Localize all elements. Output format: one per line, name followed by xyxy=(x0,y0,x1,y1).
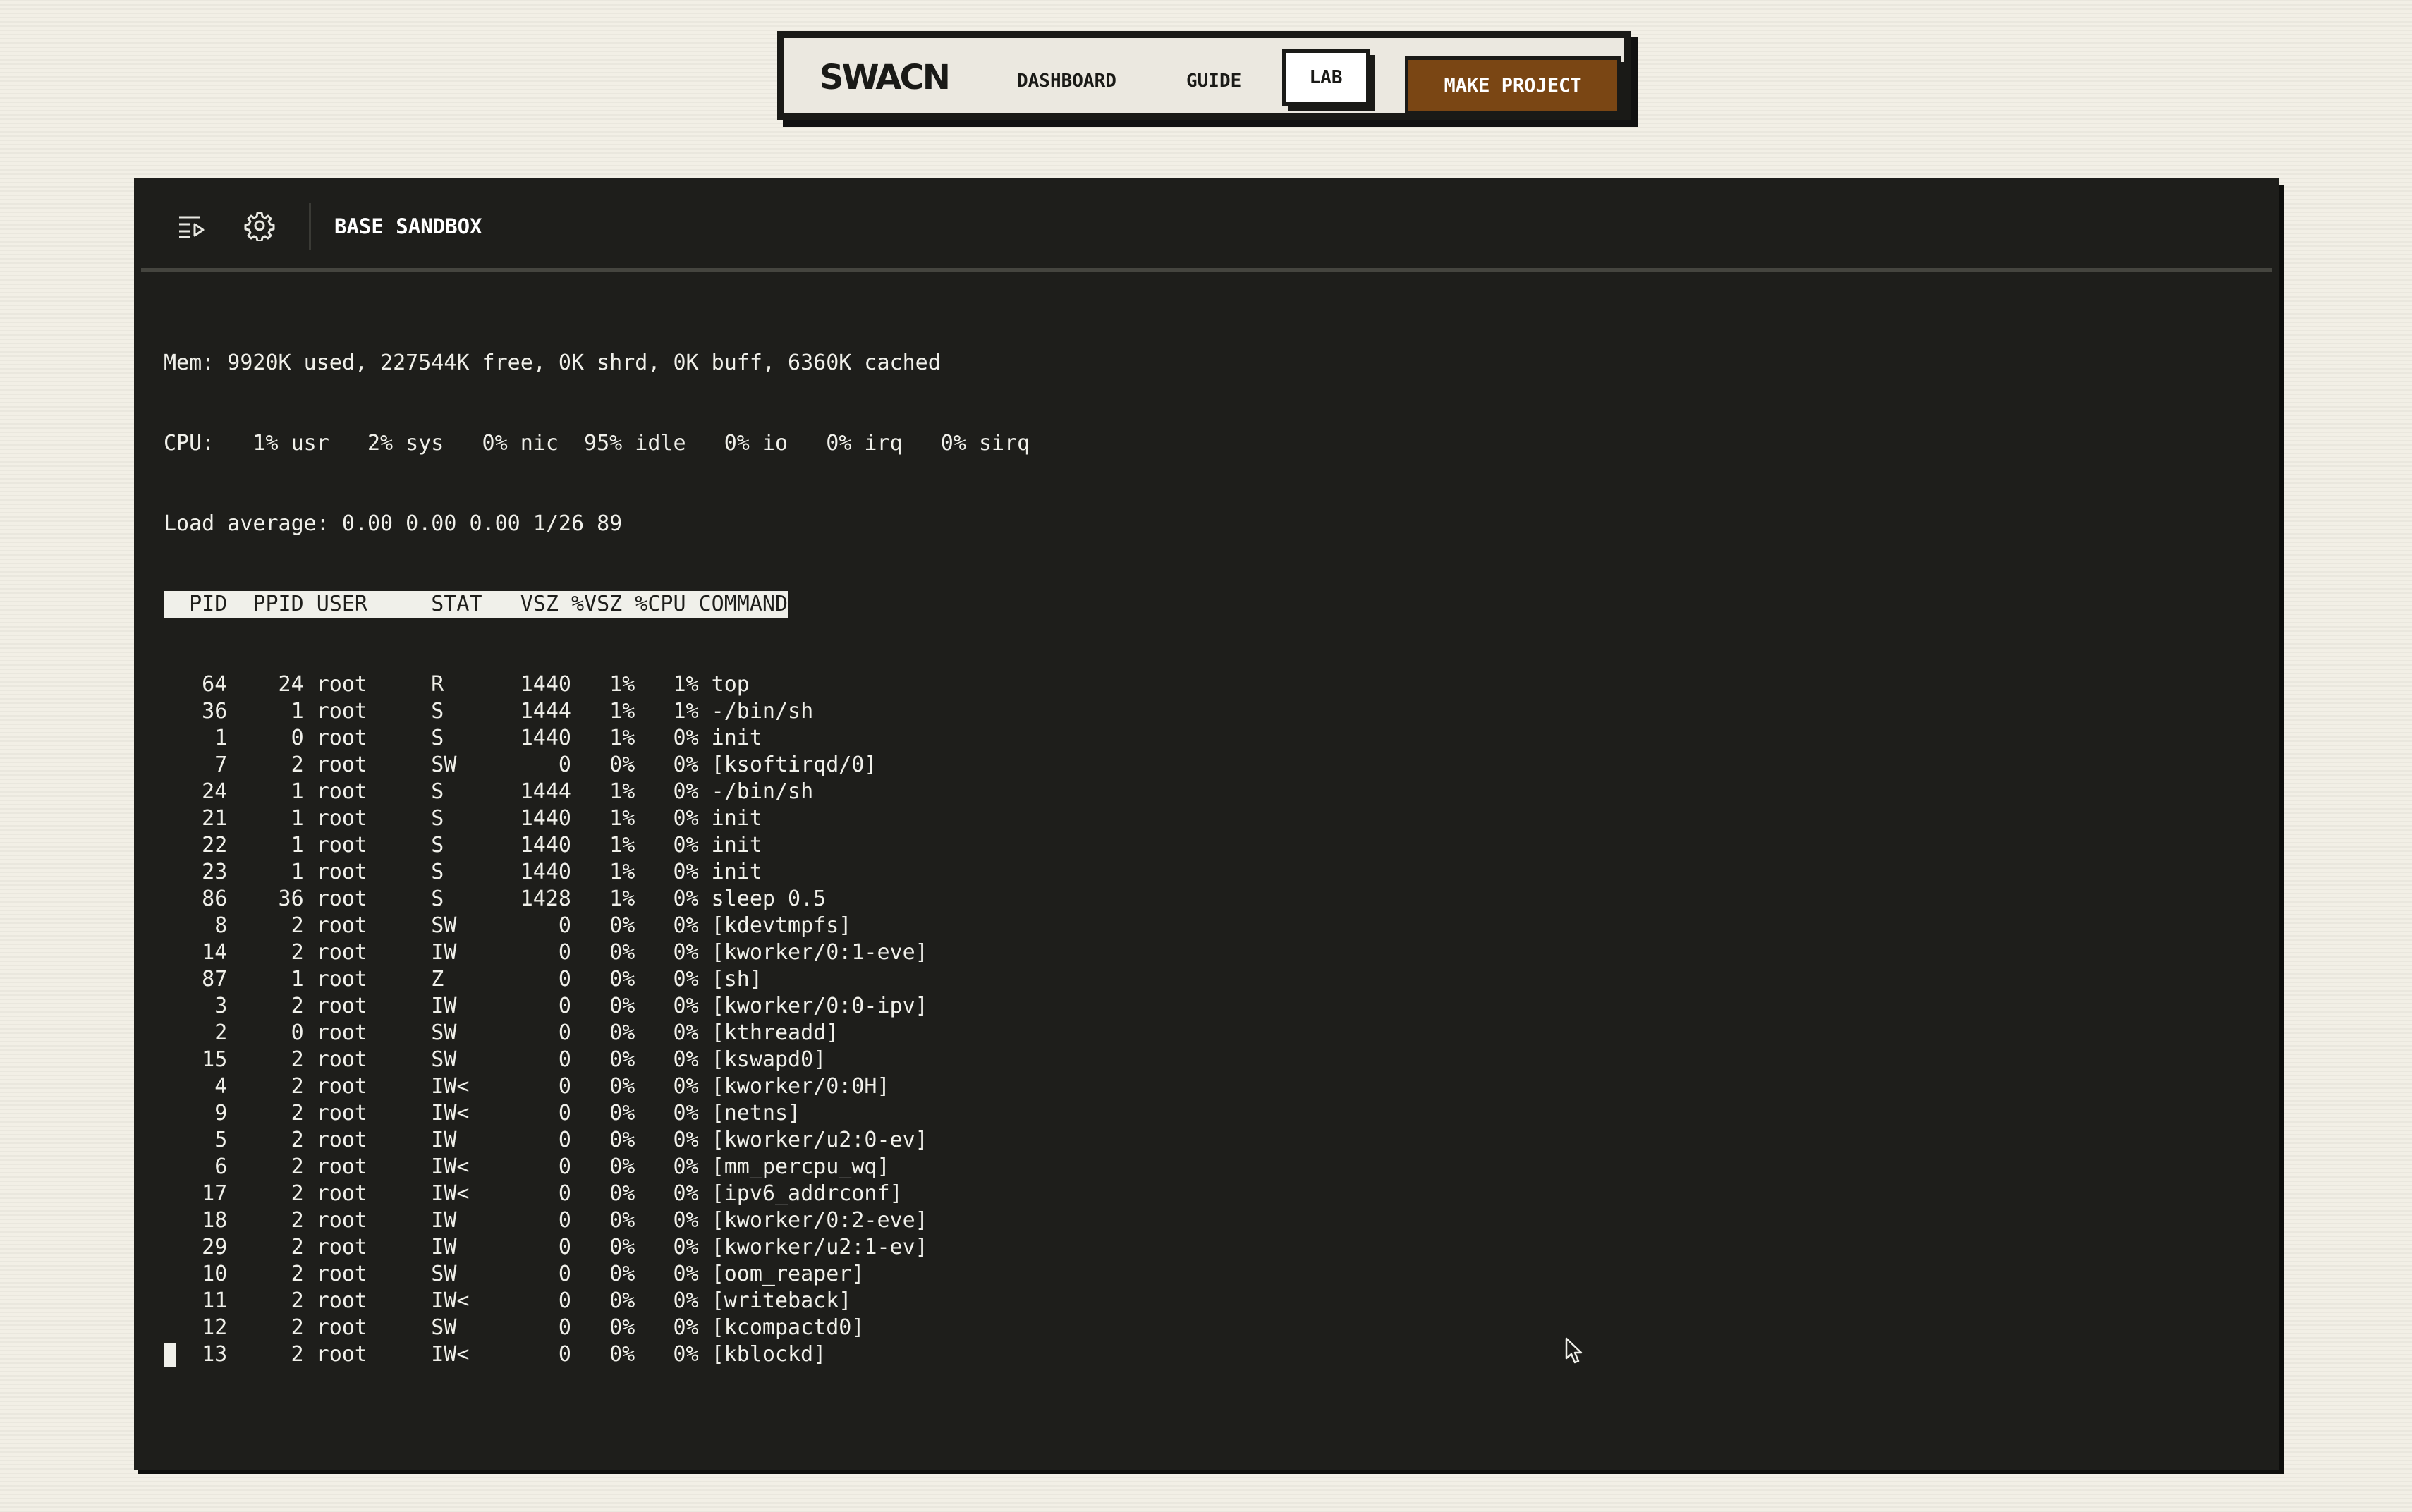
process-row: 13 2 root IW< 0 0% 0% [kblockd] xyxy=(164,1341,1030,1368)
process-row: 86 36 root S 1428 1% 0% sleep 0.5 xyxy=(164,886,827,911)
process-row: 87 1 root Z 0 0% 0% [sh] xyxy=(164,967,762,992)
process-row: 5 2 root IW 0 0% 0% [kworker/u2:0-ev] xyxy=(164,1128,928,1152)
process-table-header: PID PPID USER STAT VSZ %VSZ %CPU COMMAND xyxy=(164,591,788,618)
nav-link-dashboard[interactable]: DASHBOARD xyxy=(1017,71,1116,92)
terminal-output[interactable]: Mem: 9920K used, 227544K free, 0K shrd, … xyxy=(164,296,1030,1422)
toolbar-divider xyxy=(309,203,311,250)
process-row: 36 1 root S 1444 1% 1% -/bin/sh xyxy=(164,699,814,724)
text-cursor xyxy=(164,1343,176,1367)
mouse-pointer-icon xyxy=(1565,1337,1583,1364)
make-project-button[interactable]: MAKE PROJECT xyxy=(1405,56,1621,114)
process-row: 7 2 root SW 0 0% 0% [ksoftirqd/0] xyxy=(164,752,877,777)
process-row: 4 2 root IW< 0 0% 0% [kworker/0:0H] xyxy=(164,1074,890,1099)
process-row: 2 0 root SW 0 0% 0% [kthreadd] xyxy=(164,1020,839,1045)
terminal-window[interactable]: BASE SANDBOX Mem: 9920K used, 227544K fr… xyxy=(134,178,2279,1470)
top-navigation: SWACN DASHBOARD GUIDE LAB MAKE PROJECT xyxy=(777,31,1631,120)
mem-line: Mem: 9920K used, 227544K free, 0K shrd, … xyxy=(164,350,941,375)
process-row: 11 2 root IW< 0 0% 0% [writeback] xyxy=(164,1288,852,1313)
process-row: 6 2 root IW< 0 0% 0% [mm_percpu_wq] xyxy=(164,1154,890,1179)
process-row: 15 2 root SW 0 0% 0% [kswapd0] xyxy=(164,1047,827,1072)
process-row: 18 2 root IW 0 0% 0% [kworker/0:2-eve] xyxy=(164,1208,928,1233)
toolbar-rule xyxy=(141,268,2272,272)
gear-icon[interactable] xyxy=(244,210,275,241)
process-row: 64 24 root R 1440 1% 1% top xyxy=(164,672,750,697)
process-row: 3 2 root IW 0 0% 0% [kworker/0:0-ipv] xyxy=(164,994,928,1018)
nav-link-guide[interactable]: GUIDE xyxy=(1186,71,1241,92)
nav-link-lab[interactable]: LAB xyxy=(1282,49,1370,106)
process-table-header-row: PID PPID USER STAT VSZ %VSZ %CPU COMMAND xyxy=(164,591,1030,618)
logo[interactable]: SWACN xyxy=(820,55,951,100)
process-table: 64 24 root R 1440 1% 1% top 36 1 root S … xyxy=(164,671,1030,1368)
process-row: 21 1 root S 1440 1% 0% init xyxy=(164,806,762,831)
process-row: 1 0 root S 1440 1% 0% init xyxy=(164,726,762,750)
process-row: 14 2 root IW 0 0% 0% [kworker/0:1-eve] xyxy=(164,940,928,965)
process-row: 9 2 root IW< 0 0% 0% [netns] xyxy=(164,1101,801,1126)
playlist-menu-icon[interactable] xyxy=(176,210,207,241)
process-row-text: 13 2 root IW< 0 0% 0% [kblockd] xyxy=(176,1342,827,1367)
cpu-line: CPU: 1% usr 2% sys 0% nic 95% idle 0% io… xyxy=(164,431,1030,456)
load-average-line: Load average: 0.00 0.00 0.00 1/26 89 xyxy=(164,511,623,536)
process-row: 29 2 root IW 0 0% 0% [kworker/u2:1-ev] xyxy=(164,1235,928,1260)
process-row: 22 1 root S 1440 1% 0% init xyxy=(164,833,762,858)
process-row: 12 2 root SW 0 0% 0% [kcompactd0] xyxy=(164,1315,865,1340)
process-row: 23 1 root S 1440 1% 0% init xyxy=(164,860,762,884)
process-row: 17 2 root IW< 0 0% 0% [ipv6_addrconf] xyxy=(164,1181,903,1206)
terminal-toolbar: BASE SANDBOX xyxy=(134,178,2279,269)
process-row: 24 1 root S 1444 1% 0% -/bin/sh xyxy=(164,779,814,804)
sandbox-title: BASE SANDBOX xyxy=(334,214,482,238)
process-row: 8 2 root SW 0 0% 0% [kdevtmpfs] xyxy=(164,913,852,938)
process-row: 10 2 root SW 0 0% 0% [oom_reaper] xyxy=(164,1262,865,1286)
